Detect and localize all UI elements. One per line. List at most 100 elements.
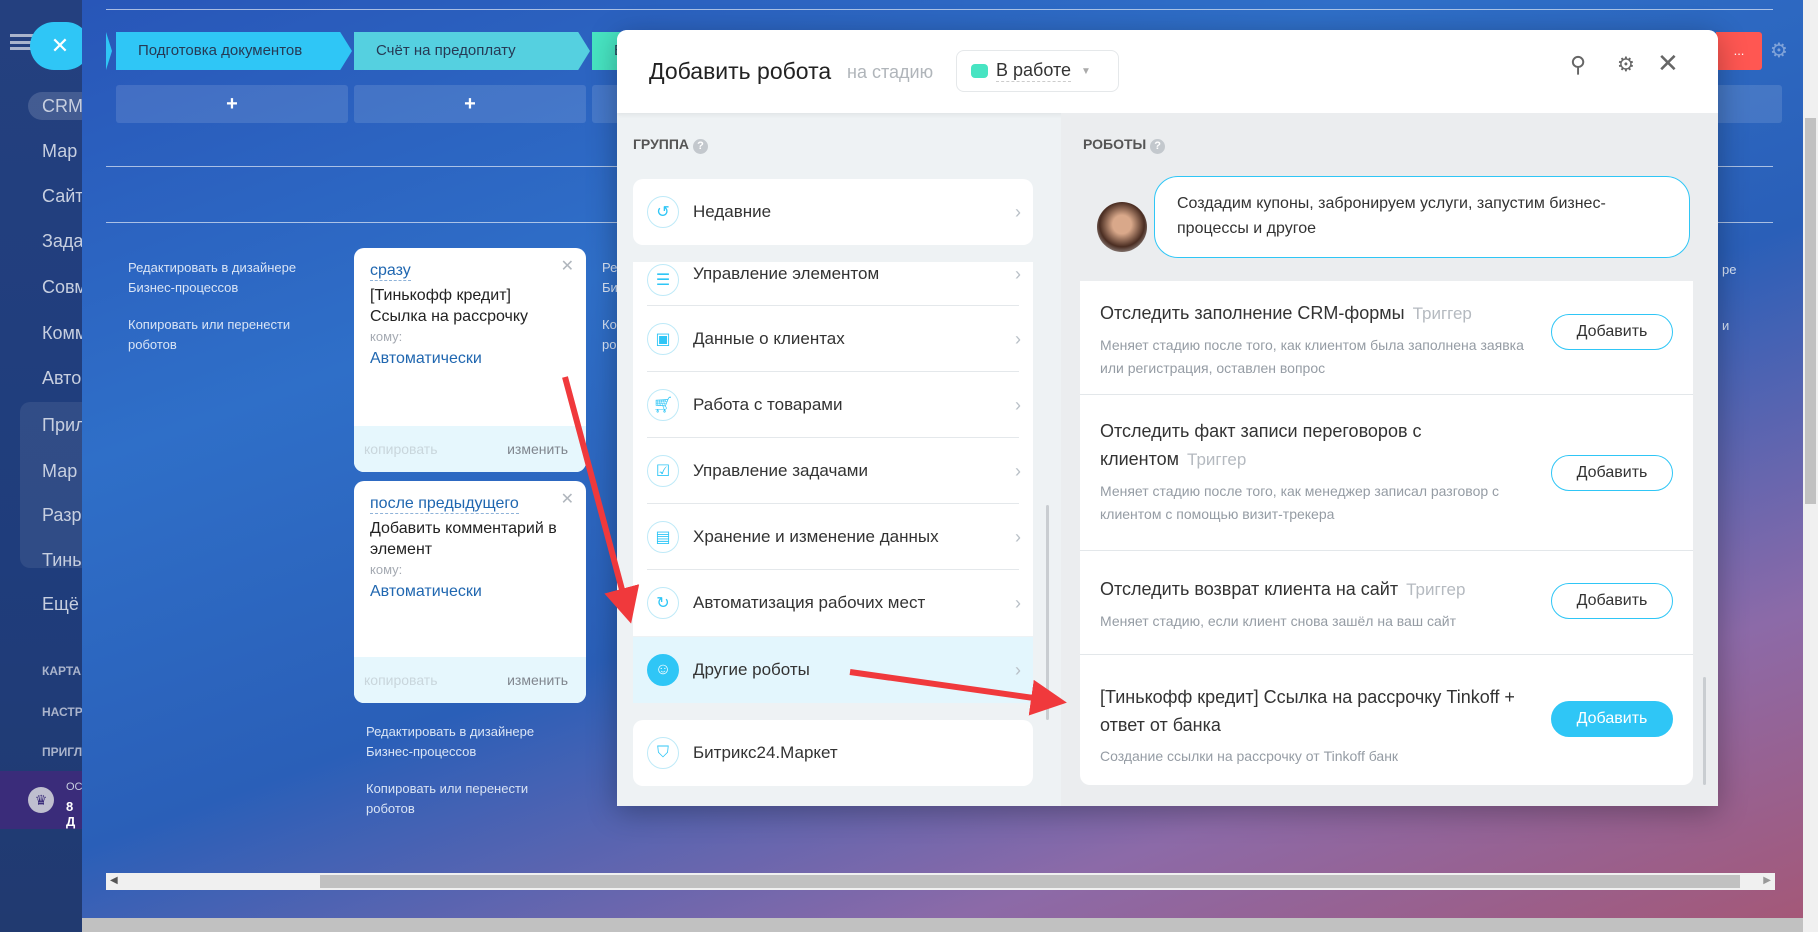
group-label-text: Хранение и изменение данных <box>693 527 939 546</box>
add-button[interactable]: Добавить <box>1551 455 1673 491</box>
robot-card[interactable]: сразу [Тинькофф кредит] Ссылка на рассро… <box>354 248 586 472</box>
robot-card[interactable]: после предыдущего Добавить комментарий в… <box>354 481 586 703</box>
stage-selector[interactable]: В работе ▼ <box>956 50 1119 92</box>
sidebar-section[interactable]: НАСТР <box>42 705 82 719</box>
stage-failed[interactable]: ... <box>1716 32 1762 70</box>
banner-days: 8 Д <box>66 799 76 829</box>
gear-icon[interactable]: ⚙ <box>1770 38 1788 63</box>
copy-button[interactable]: копировать <box>364 672 438 688</box>
close-slider-button[interactable]: ✕ <box>30 22 90 70</box>
robot-title: Отследить факт записи переговоров с клие… <box>1100 421 1422 469</box>
banner-text: ОС <box>66 781 82 793</box>
group-market[interactable]: ⛉ Битрикс24.Маркет <box>633 720 1033 786</box>
divider <box>106 9 1773 10</box>
robot-item: Отследить возврат клиента на сайт Триггер… <box>1080 551 1693 655</box>
add-robot-button[interactable]: + <box>116 85 348 123</box>
help-icon[interactable]: ? <box>1150 139 1166 154</box>
close-icon[interactable]: ✕ <box>1657 48 1679 79</box>
page-horizontal-scrollbar[interactable] <box>82 918 1803 932</box>
robot-name: [Тинькофф кредит] Ссылка на рассрочку <box>370 287 529 325</box>
robot-condition[interactable]: сразу <box>370 262 411 281</box>
robot-to-label: кому: <box>370 562 403 577</box>
group-recent[interactable]: ↺ Недавние › <box>633 179 1033 245</box>
sidebar-item[interactable]: Мар <box>42 141 77 162</box>
copy-move-link[interactable]: и <box>1722 316 1752 336</box>
robot-item: Отследить факт записи переговоров с клие… <box>1080 395 1693 551</box>
sidebar-item[interactable]: Мар <box>42 461 77 482</box>
page-vertical-scrollbar[interactable] <box>1803 0 1818 932</box>
scrollbar-thumb[interactable] <box>320 875 1740 888</box>
sidebar-item-more[interactable]: Ещё <box>42 594 79 615</box>
robot-to-value[interactable]: Автоматически <box>370 583 570 601</box>
sidebar-item[interactable]: Зада <box>42 231 82 252</box>
robot-icon: ☺ <box>647 654 679 686</box>
sidebar-item[interactable]: Тинь <box>42 550 82 571</box>
group-label-text: Данные о клиентах <box>693 329 845 348</box>
sidebar-item[interactable]: Сайт <box>42 186 82 207</box>
dialog-header: Добавить робота на стадию В работе ▼ ⚲ ⚙… <box>617 30 1718 113</box>
group-client-data[interactable]: ▣ Данные о клиентах › <box>633 306 1033 372</box>
robot-title: [Тинькофф кредит] Ссылка на рассрочку Ti… <box>1100 687 1515 735</box>
trigger-tag: Триггер <box>1187 450 1247 469</box>
group-products[interactable]: 🛒︎ Работа с товарами › <box>633 372 1033 438</box>
sidebar-item[interactable]: Прил <box>42 415 82 436</box>
group-other-robots[interactable]: ☺ Другие роботы › <box>633 637 1033 703</box>
add-button[interactable]: Добавить <box>1551 701 1673 737</box>
edit-in-designer-link[interactable]: Редактировать в дизайнере Бизнес-процесс… <box>366 722 556 762</box>
delete-icon[interactable]: ✕ <box>561 256 574 276</box>
edit-button[interactable]: изменить <box>507 672 568 688</box>
chevron-right-icon: › <box>1015 394 1021 415</box>
sidebar-item[interactable]: CRM <box>42 96 82 117</box>
sidebar-item[interactable]: Совм <box>42 277 82 298</box>
storage-icon: ▤ <box>647 521 679 553</box>
sidebar-section[interactable]: КАРТА <box>42 664 81 678</box>
copy-move-link[interactable]: Копировать или перенести роботов <box>366 779 556 819</box>
left-sidebar: CRM Мар Сайт Зада Совм Комм Авто Прил Ма… <box>0 0 82 932</box>
chevron-right-icon: › <box>1015 659 1021 680</box>
delete-icon[interactable]: ✕ <box>561 489 574 509</box>
group-data-storage[interactable]: ▤ Хранение и изменение данных › <box>633 504 1033 570</box>
help-icon[interactable]: ? <box>692 139 708 154</box>
robot-to-value[interactable]: Автоматически <box>370 350 570 368</box>
chevron-right-icon: › <box>1015 264 1021 284</box>
copy-button[interactable]: копировать <box>364 441 438 457</box>
contact-card-icon: ▣ <box>647 323 679 355</box>
robots-scrollbar[interactable] <box>1703 677 1706 785</box>
stage-invoice[interactable]: Счёт на предоплату <box>354 32 590 70</box>
edit-button[interactable]: изменить <box>507 441 568 457</box>
group-tasks[interactable]: ☑ Управление задачами › <box>633 438 1033 504</box>
add-button[interactable]: Добавить <box>1551 583 1673 619</box>
filter-settings-icon[interactable]: ⚙ <box>1617 52 1635 77</box>
copy-move-link[interactable]: Копировать или перенести роботов <box>128 315 318 355</box>
group-element-control[interactable]: ☰ Управление элементом › <box>633 262 1033 306</box>
add-button[interactable]: Добавить <box>1551 314 1673 350</box>
robots-label: РОБОТЫ ? <box>1083 136 1166 154</box>
plan-banner[interactable]: ♛ ОС 8 Д <box>0 771 82 829</box>
group-workplace-automation[interactable]: ↻ Автоматизация рабочих мест › <box>633 570 1033 636</box>
task-check-icon: ☑ <box>647 455 679 487</box>
robot-to-label: кому: <box>370 329 403 344</box>
trigger-tag: Триггер <box>1406 580 1466 599</box>
sidebar-item[interactable]: Комм <box>42 323 82 344</box>
scrollbar-thumb[interactable] <box>1805 118 1816 504</box>
sidebar-item[interactable]: Авто <box>42 368 81 389</box>
edit-in-designer-link[interactable]: Редактировать в дизайнере Бизнес-процесс… <box>128 258 318 298</box>
add-robot-button[interactable]: + <box>354 85 586 123</box>
stage-selector-value: В работе <box>996 60 1072 82</box>
chevron-right-icon: › <box>1015 526 1021 547</box>
group-scrollbar[interactable] <box>1046 505 1049 720</box>
robot-condition[interactable]: после предыдущего <box>370 495 519 514</box>
assistant-hint-bubble: Создадим купоны, забронируем услуги, зап… <box>1154 176 1690 258</box>
stage-color-icon <box>971 64 988 78</box>
sidebar-item[interactable]: Разр <box>42 505 81 526</box>
search-icon[interactable]: ⚲ <box>1570 52 1586 78</box>
chevron-right-icon: › <box>1015 328 1021 349</box>
stage-prev <box>106 32 112 70</box>
robot-item-tinkoff: [Тинькофф кредит] Ссылка на рассрочку Ti… <box>1080 655 1693 785</box>
edit-in-designer-link[interactable]: ре <box>1722 260 1752 280</box>
automation-cycle-icon: ↻ <box>647 587 679 619</box>
chevron-right-icon: › <box>1015 460 1021 481</box>
stage-documents[interactable]: Подготовка документов <box>116 32 352 70</box>
sidebar-section[interactable]: ПРИГЛ <box>42 745 82 759</box>
horizontal-scrollbar[interactable]: ◀ ▶ <box>106 873 1775 890</box>
